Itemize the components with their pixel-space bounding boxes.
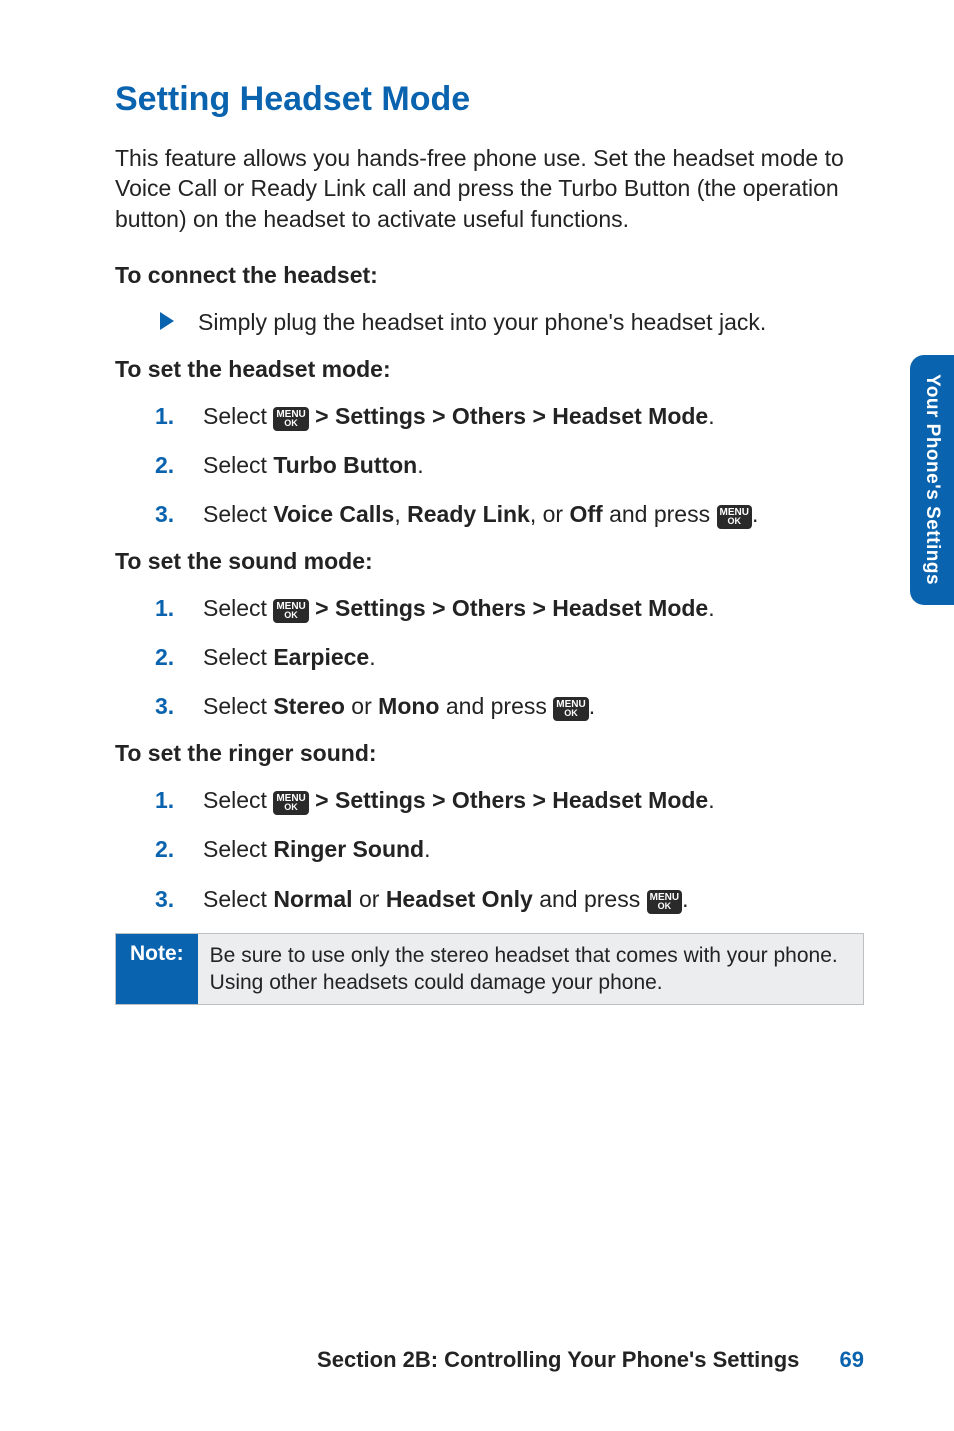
text: . xyxy=(369,644,375,670)
option-text: Normal xyxy=(273,886,352,912)
menu-ok-icon: MENUOK xyxy=(647,890,682,914)
page-number: 69 xyxy=(840,1347,864,1372)
option-text: Turbo Button xyxy=(273,452,417,478)
triangle-icon xyxy=(160,312,174,330)
menu-ok-icon: MENUOK xyxy=(273,407,308,431)
page-footer: Section 2B: Controlling Your Phone's Set… xyxy=(317,1347,864,1373)
text: . xyxy=(708,595,714,621)
text: Select xyxy=(203,595,273,621)
side-tab: Your Phone's Settings xyxy=(910,355,954,605)
text: Select xyxy=(203,693,273,719)
text: Select xyxy=(203,836,273,862)
proc3-steps: Select MENUOK > Settings > Others > Head… xyxy=(115,593,864,722)
note-text: Be sure to use only the stereo headset t… xyxy=(198,934,863,1005)
page-content: Setting Headset Mode This feature allows… xyxy=(0,0,954,1005)
option-text: Off xyxy=(569,501,602,527)
option-text: Stereo xyxy=(273,693,345,719)
side-tab-label: Your Phone's Settings xyxy=(921,374,943,585)
footer-section: Section 2B: Controlling Your Phone's Set… xyxy=(317,1347,799,1372)
option-text: Ringer Sound xyxy=(273,836,424,862)
menu-ok-icon: MENUOK xyxy=(273,599,308,623)
option-text: Ready Link xyxy=(407,501,530,527)
option-text: Mono xyxy=(378,693,439,719)
proc2-step2: Select Turbo Button. xyxy=(155,450,864,481)
menu-ok-icon: MENUOK xyxy=(717,505,752,529)
proc1-bullet: Simply plug the headset into your phone'… xyxy=(160,307,864,338)
proc2-step1: Select MENUOK > Settings > Others > Head… xyxy=(155,401,864,432)
text: Select xyxy=(203,787,273,813)
text: . xyxy=(424,836,430,862)
proc4-step2: Select Ringer Sound. xyxy=(155,834,864,865)
text: Select xyxy=(203,886,273,912)
proc2-heading: To set the headset mode: xyxy=(115,356,864,383)
text: or xyxy=(345,693,378,719)
text: Select xyxy=(203,644,273,670)
text: . xyxy=(708,403,714,429)
path-text: > Settings > Others > Headset Mode xyxy=(309,595,708,621)
proc2-steps: Select MENUOK > Settings > Others > Head… xyxy=(115,401,864,530)
proc4-step3: Select Normal or Headset Only and press … xyxy=(155,884,864,915)
text: or xyxy=(353,886,386,912)
proc1-list: Simply plug the headset into your phone'… xyxy=(115,307,864,338)
text: Select xyxy=(203,403,273,429)
intro-paragraph: This feature allows you hands-free phone… xyxy=(115,143,864,234)
text: . xyxy=(752,501,758,527)
text: and press xyxy=(533,886,647,912)
proc4-steps: Select MENUOK > Settings > Others > Head… xyxy=(115,785,864,914)
proc1-heading: To connect the headset: xyxy=(115,262,864,289)
section-title: Setting Headset Mode xyxy=(115,80,864,119)
menu-ok-icon: MENUOK xyxy=(273,791,308,815)
proc4-heading: To set the ringer sound: xyxy=(115,740,864,767)
menu-ok-icon: MENUOK xyxy=(553,697,588,721)
option-text: Earpiece xyxy=(273,644,369,670)
option-text: Headset Only xyxy=(386,886,533,912)
text: Select xyxy=(203,501,273,527)
text: Select xyxy=(203,452,273,478)
text: . xyxy=(682,886,688,912)
proc3-step1: Select MENUOK > Settings > Others > Head… xyxy=(155,593,864,624)
proc3-heading: To set the sound mode: xyxy=(115,548,864,575)
proc4-step1: Select MENUOK > Settings > Others > Head… xyxy=(155,785,864,816)
proc2-step3: Select Voice Calls, Ready Link, or Off a… xyxy=(155,499,864,530)
path-text: > Settings > Others > Headset Mode xyxy=(309,787,708,813)
proc1-bullet-text: Simply plug the headset into your phone'… xyxy=(198,309,766,335)
text: , xyxy=(394,501,407,527)
text: . xyxy=(417,452,423,478)
note-box: Note: Be sure to use only the stereo hea… xyxy=(115,933,864,1006)
text: . xyxy=(708,787,714,813)
text: . xyxy=(589,693,595,719)
text: and press xyxy=(603,501,717,527)
option-text: Voice Calls xyxy=(273,501,394,527)
path-text: > Settings > Others > Headset Mode xyxy=(309,403,708,429)
text: , or xyxy=(530,501,570,527)
note-label: Note: xyxy=(116,934,198,1005)
proc3-step2: Select Earpiece. xyxy=(155,642,864,673)
text: and press xyxy=(439,693,553,719)
proc3-step3: Select Stereo or Mono and press MENUOK. xyxy=(155,691,864,722)
